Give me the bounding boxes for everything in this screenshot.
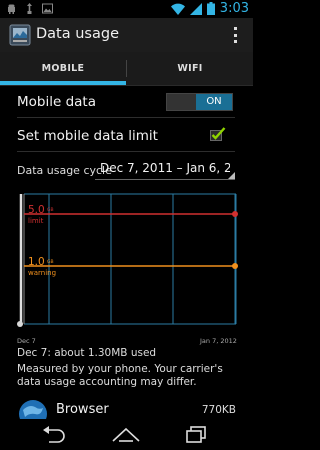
chevron-down-icon [228,172,235,179]
cycle-value: Dec 7, 2011 – Jan 6, 2... [100,161,230,175]
cycle-handle-knob[interactable] [17,321,23,327]
action-bar: Data usage [0,18,253,52]
page-title: Data usage [36,26,119,42]
limit-unit: GB [47,207,54,213]
data-limit-checkbox[interactable] [210,127,226,141]
app-size: 770KB [201,404,236,416]
usage-summary: Dec 7: about 1.30MB used [17,347,157,359]
tab-bar: MOBILE WIFI [0,52,253,86]
chart-x-start: Dec 7 [17,337,36,345]
chart-x-end: Jan 7, 2012 [200,337,237,345]
mobile-data-label: Mobile data [17,94,96,110]
cycle-dropdown[interactable]: Dec 7, 2011 – Jan 6, 2... [95,159,235,180]
signal-icon [189,2,202,15]
limit-label: limit [28,217,44,225]
divider [17,151,235,152]
wifi-icon [170,3,185,15]
tab-wifi[interactable]: WIFI [127,52,253,85]
status-bar: 3:03 [0,0,253,18]
overflow-menu-icon[interactable] [234,27,238,43]
home-icon[interactable] [111,425,141,445]
usage-chart[interactable]: 5.0 GB limit 1.0 GB warning [16,191,240,332]
warning-label: warning [28,269,56,277]
image-icon [42,3,53,14]
back-icon[interactable] [40,425,68,445]
data-usage-icon[interactable] [9,24,31,46]
navigation-bar [0,419,253,450]
limit-value: 5.0 [28,204,45,216]
tab-selected-indicator [0,81,126,85]
clock: 3:03 [219,1,249,16]
app-name: Browser [56,402,109,417]
measured-note: Measured by your phone. Your carrier's d… [17,363,223,388]
battery-icon [206,2,215,15]
warning-handle[interactable] [232,263,238,269]
toggle-on-label: ON [196,94,232,110]
limit-handle[interactable] [232,211,238,217]
warning-value: 1.0 [28,256,45,268]
recent-apps-icon[interactable] [184,425,210,445]
divider [17,117,235,118]
mobile-data-toggle[interactable]: ON [166,93,233,111]
usb-icon [27,3,32,14]
data-limit-label: Set mobile data limit [17,128,158,144]
android-icon [8,4,15,14]
warning-unit: GB [47,259,54,265]
